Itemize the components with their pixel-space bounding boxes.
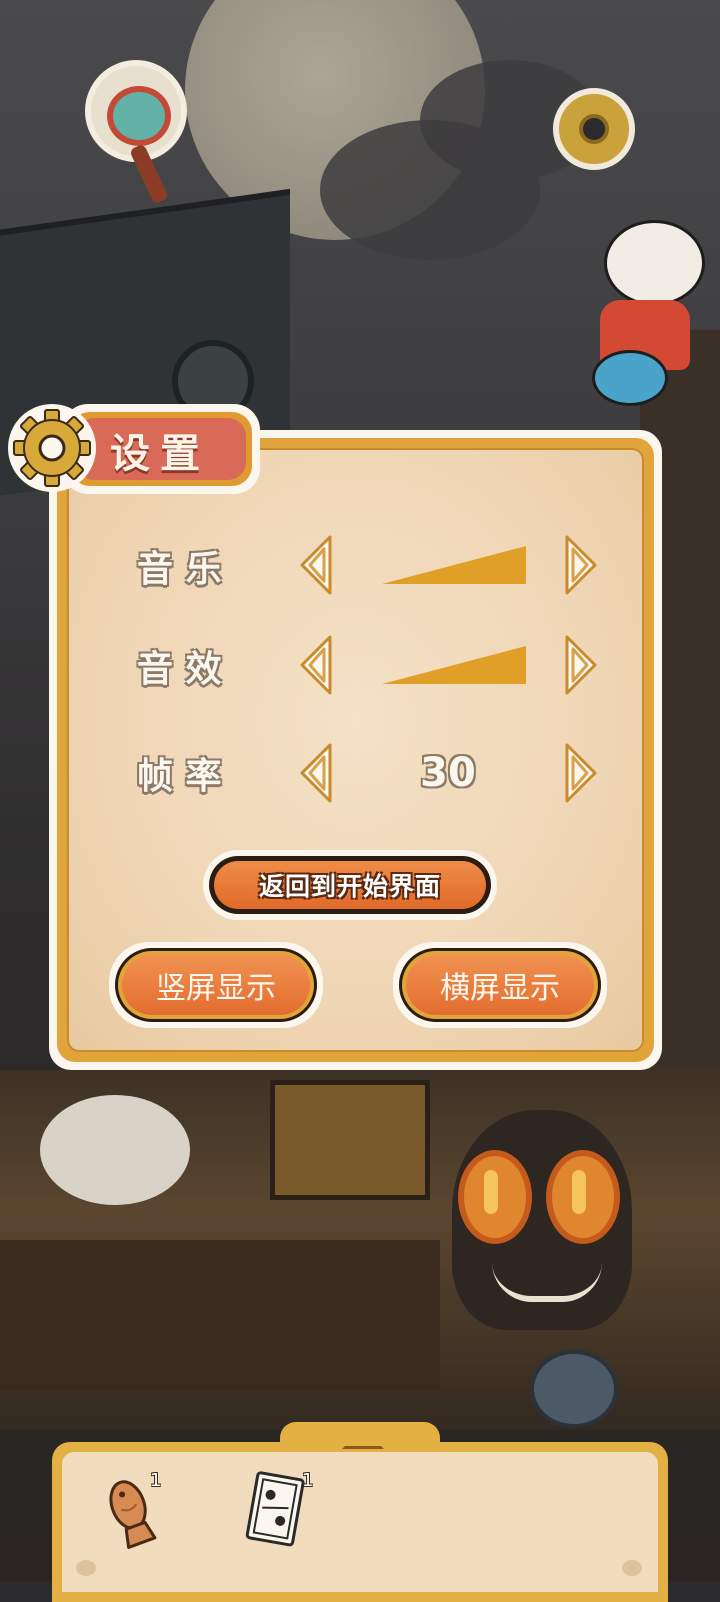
music-label: 音 乐 [137, 549, 222, 590]
sfx-increase-arrow[interactable] [563, 633, 599, 697]
panda-character [592, 200, 706, 406]
cat-eye [458, 1150, 532, 1244]
shop-window [270, 1080, 430, 1200]
landscape-mode-button[interactable]: 横屏显示 [393, 942, 607, 1028]
item-count: 1 [302, 1470, 314, 1491]
sfx-decrease-arrow[interactable] [298, 633, 334, 697]
cat-eye [546, 1150, 620, 1244]
settings-gear-icon[interactable] [553, 88, 635, 170]
music-decrease-arrow[interactable] [298, 533, 334, 597]
paw-print-decoration [622, 1560, 642, 1576]
return-to-start-label: 返回到开始界面 [258, 872, 441, 901]
portrait-mode-button[interactable]: 竖屏显示 [109, 942, 323, 1028]
sfx-volume-bar[interactable] [382, 646, 526, 684]
gear-icon [8, 404, 96, 492]
landscape-mode-label: 横屏显示 [440, 971, 560, 1006]
portrait-mode-label: 竖屏显示 [156, 971, 276, 1006]
magnifier-hint-icon[interactable] [85, 60, 187, 205]
fps-label: 帧 率 [137, 756, 222, 797]
snail-character [530, 1350, 618, 1428]
fps-increase-arrow[interactable] [563, 741, 599, 805]
music-volume-bar[interactable] [382, 546, 526, 584]
settings-title: 设置 [110, 431, 210, 477]
fps-decrease-arrow[interactable] [298, 741, 334, 805]
cafe-tables [0, 1240, 440, 1390]
inventory-toggle-tab[interactable] [280, 1422, 440, 1456]
item-count: 1 [150, 1470, 162, 1491]
sfx-label: 音 效 [137, 649, 222, 690]
music-increase-arrow[interactable] [563, 533, 599, 597]
bear-character [40, 1095, 190, 1205]
paw-print-decoration [76, 1560, 96, 1576]
fps-value: 30 [420, 750, 476, 796]
return-to-start-button[interactable]: 返回到开始界面 [203, 850, 497, 920]
